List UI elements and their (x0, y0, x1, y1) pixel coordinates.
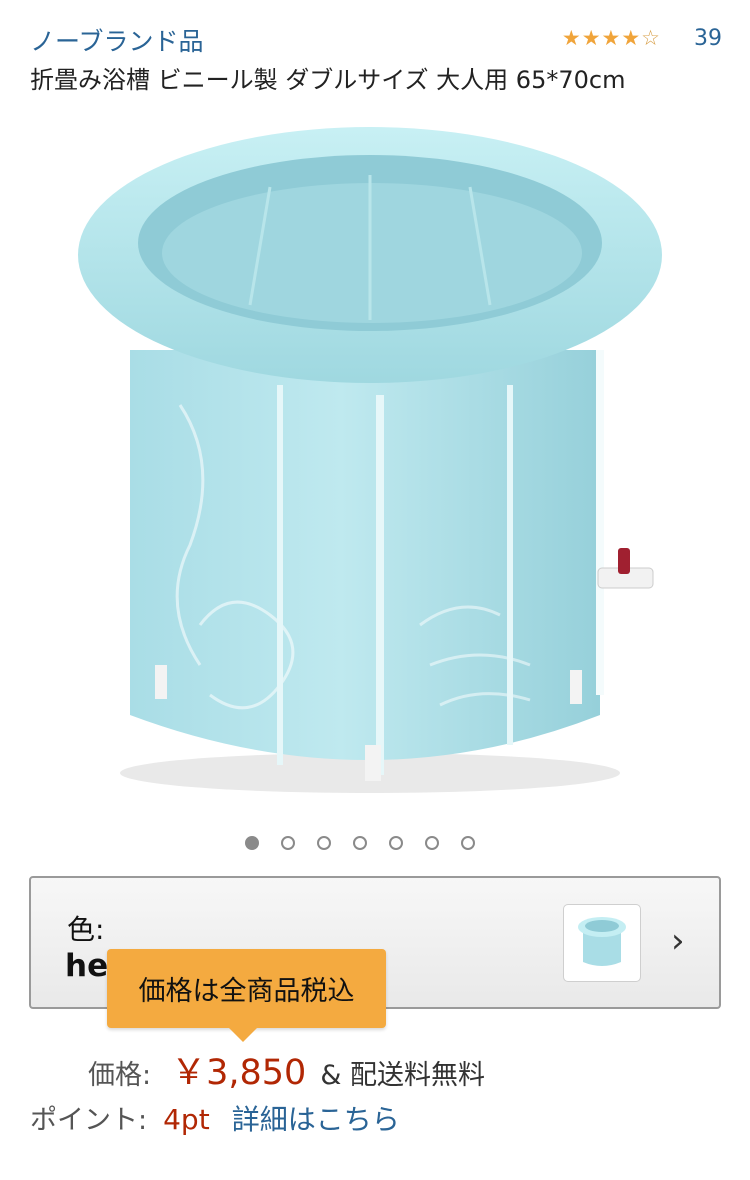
points-row: ポイント: 4pt 詳細はこちら (30, 1098, 400, 1138)
points-details-link[interactable]: 詳細はこちら (232, 1098, 400, 1138)
star-empty-icon: ☆ (641, 26, 660, 50)
color-value: he (65, 948, 109, 984)
rating-summary[interactable]: ★ ★ ★ ★ ☆ 39 (562, 26, 722, 51)
color-label: 色: (67, 913, 105, 946)
bathtub-thumbnail-icon (578, 917, 626, 966)
product-title: 折畳み浴槽 ビニール製 ダブルサイズ 大人用 65*70cm (30, 66, 626, 94)
carousel-dot[interactable] (389, 836, 403, 850)
carousel-dot[interactable] (281, 836, 295, 850)
review-count[interactable]: 39 (694, 26, 722, 51)
carousel-dot[interactable] (317, 836, 331, 850)
price-value: ￥3,850 (171, 1053, 307, 1093)
carousel-dot[interactable] (353, 836, 367, 850)
star-filled-icon: ★ (601, 26, 621, 50)
price-row: 価格: ￥3,850 & 配送料無料 (88, 1044, 485, 1095)
carousel-dot[interactable] (245, 836, 259, 850)
price-label: 価格: (88, 1060, 152, 1091)
variant-thumbnail[interactable] (563, 904, 641, 982)
carousel-dots (245, 836, 475, 850)
points-label: ポイント: (30, 1105, 148, 1136)
brand-link[interactable]: ノーブランド品 (30, 22, 204, 58)
bathtub-image (78, 127, 662, 793)
tax-included-tooltip: 価格は全商品税込 (107, 949, 386, 1042)
star-filled-icon: ★ (561, 26, 581, 50)
chevron-right-icon: › (671, 921, 685, 961)
shipping-info: & 配送料無料 (320, 1060, 485, 1091)
star-filled-icon: ★ (621, 26, 641, 50)
star-filled-icon: ★ (581, 26, 601, 50)
star-rating: ★ ★ ★ ★ ☆ (562, 28, 660, 49)
points-value: 4pt (163, 1103, 210, 1136)
product-image[interactable] (40, 105, 710, 810)
carousel-dot[interactable] (461, 836, 475, 850)
carousel-dot[interactable] (425, 836, 439, 850)
